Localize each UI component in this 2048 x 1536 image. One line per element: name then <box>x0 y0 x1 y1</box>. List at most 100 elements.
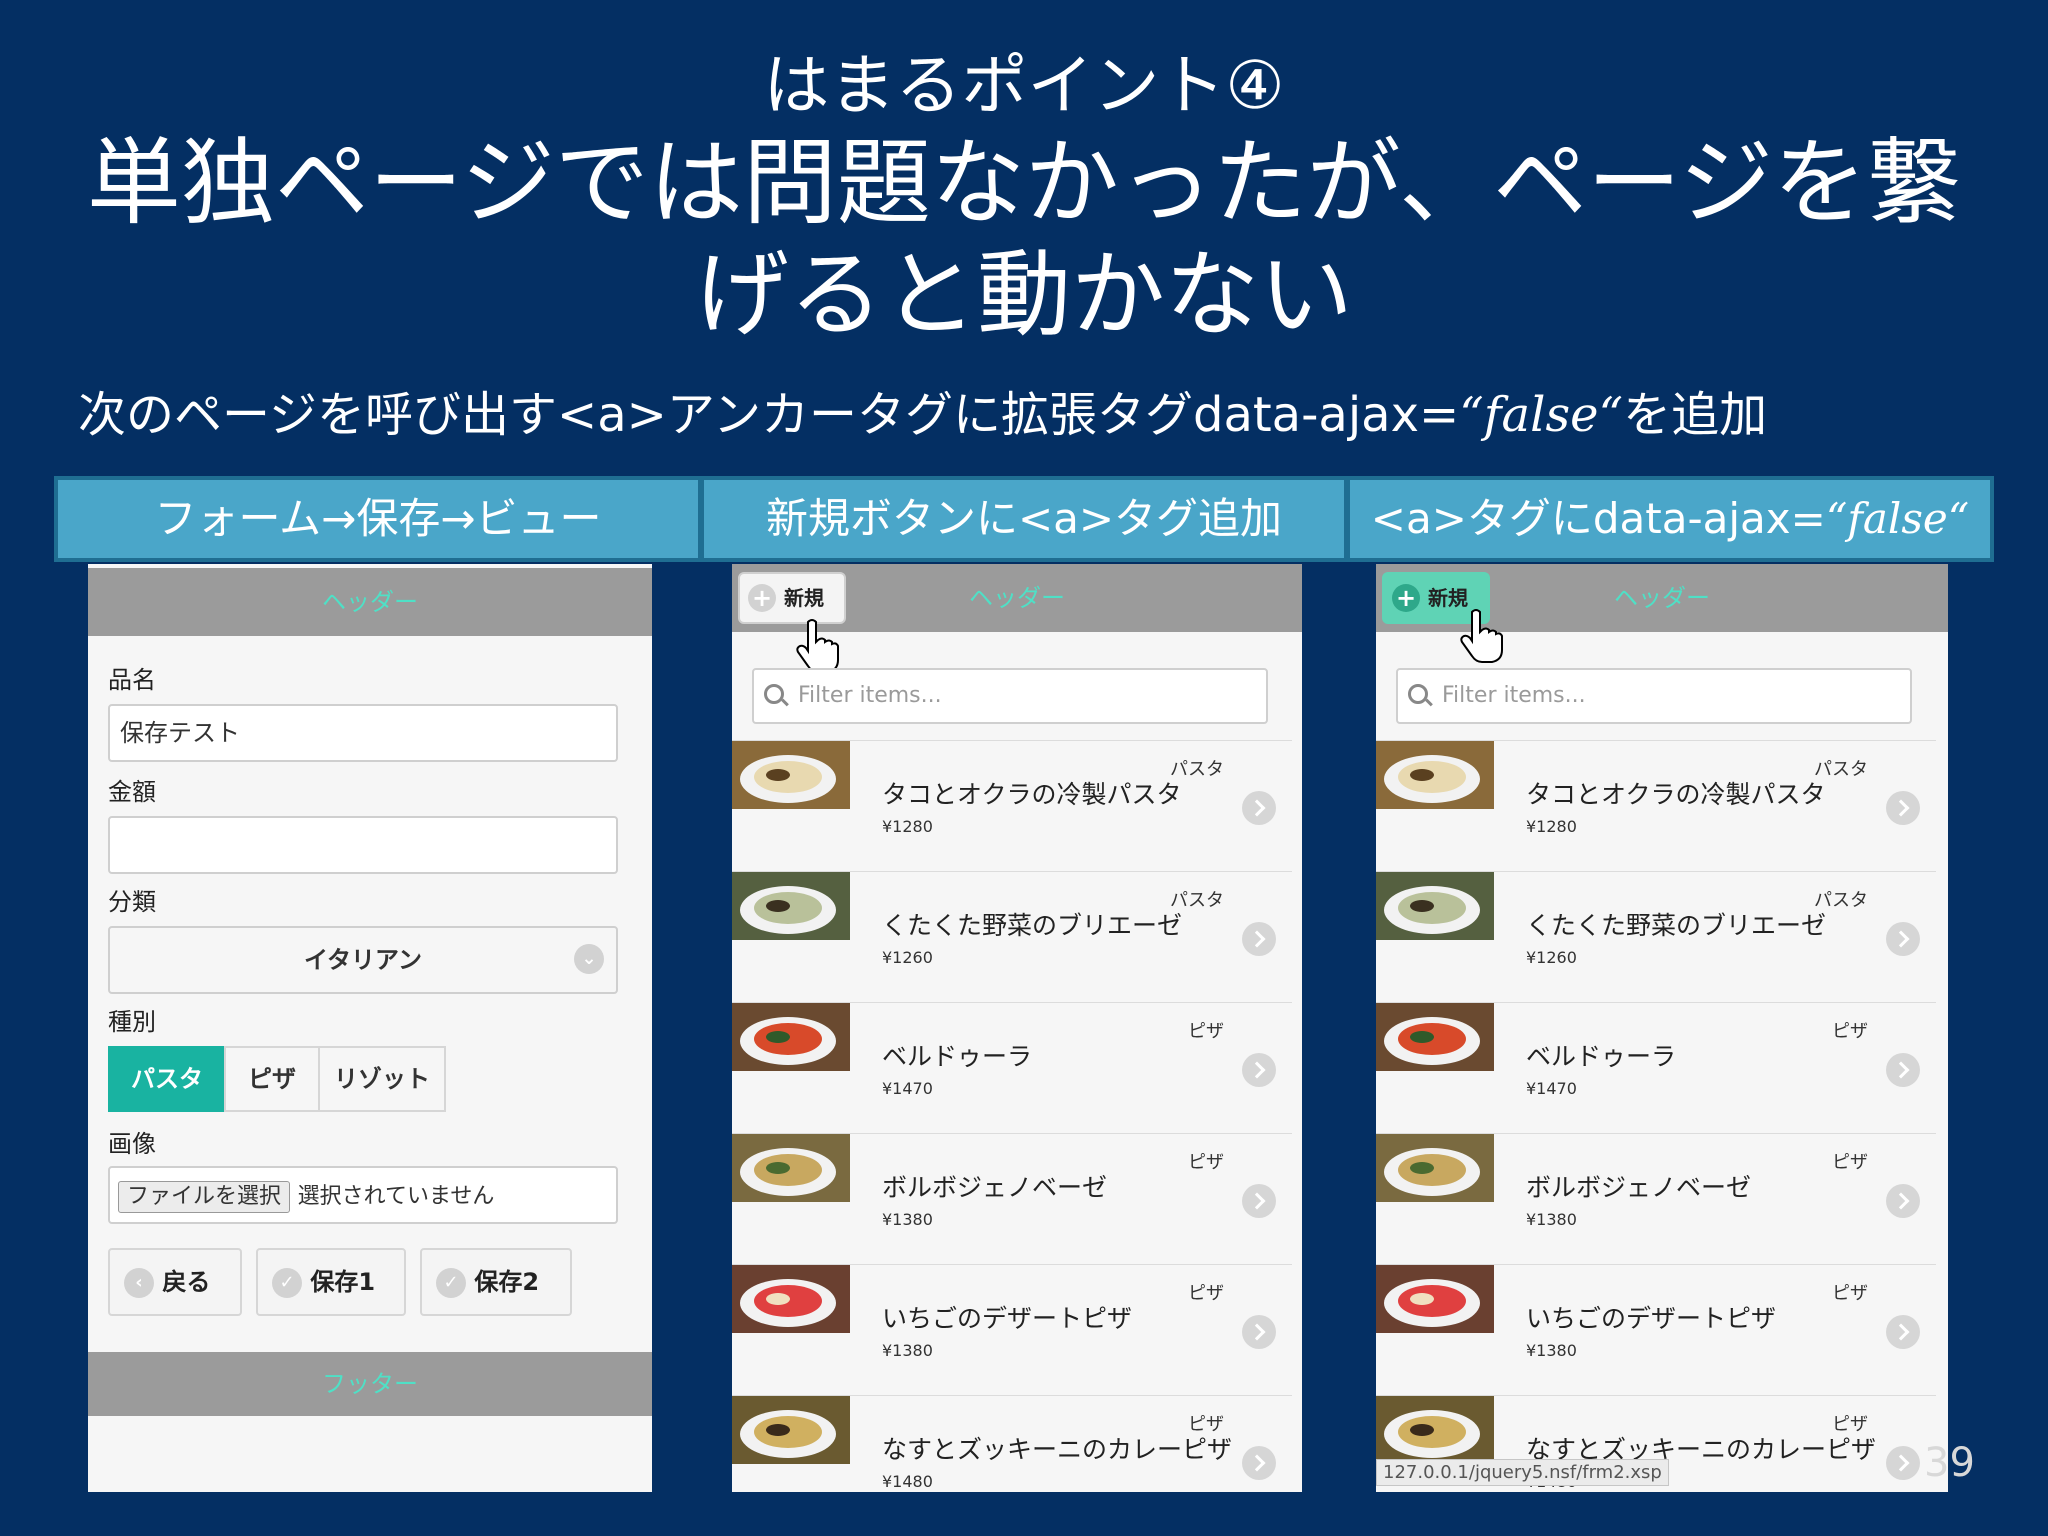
chevron-right-icon <box>1886 922 1920 956</box>
arrow-left-icon: ‹ <box>124 1268 154 1298</box>
item-price: ¥1480 <box>882 1472 933 1491</box>
item-name: ボルボジェノベーゼ <box>1526 1173 1752 1202</box>
chevron-right-icon <box>1242 1315 1276 1349</box>
item-name: くたくた野菜のブリエーゼ <box>1526 911 1827 940</box>
list-item[interactable]: ベルドゥーラ ¥1470 ピザ <box>1376 1002 1936 1134</box>
item-price: ¥1470 <box>1526 1079 1577 1098</box>
label-type: 種別 <box>108 1008 156 1036</box>
list-item[interactable]: ボルボジェノベーゼ ¥1380 ピザ <box>732 1133 1292 1265</box>
food-thumbnail <box>1376 1134 1494 1202</box>
label-category: 分類 <box>108 888 156 916</box>
item-category: ピザ <box>1188 1414 1224 1435</box>
filter-input[interactable]: Filter items... <box>752 668 1268 724</box>
save1-button-label: 保存1 <box>310 1268 376 1296</box>
chevron-right-icon <box>1886 1053 1920 1087</box>
check-icon: ✓ <box>272 1268 302 1298</box>
food-thumbnail <box>1376 872 1494 940</box>
filter-input[interactable]: Filter items... <box>1396 668 1912 724</box>
item-name: くたくた野菜のブリエーゼ <box>882 911 1183 940</box>
list-screen-1: ヘッダー + 新規 Filter items... タコとオクラの冷製パスタ ¥12… <box>732 564 1302 1492</box>
form-footer: フッター <box>88 1352 652 1416</box>
food-thumbnail <box>732 1265 850 1333</box>
chevron-right-icon <box>1242 1446 1276 1480</box>
chevron-right-icon <box>1242 791 1276 825</box>
subtitle-prefix: 次のページを呼び出す<a>アンカータグに拡張タグdata-ajax= <box>78 387 1460 443</box>
item-category: ピザ <box>1188 1283 1224 1304</box>
chevron-right-icon <box>1242 1184 1276 1218</box>
filter-placeholder: Filter items... <box>1442 683 1586 708</box>
food-thumbnail <box>1376 741 1494 809</box>
food-thumbnail <box>1376 1003 1494 1071</box>
back-button-label: 戻る <box>162 1268 211 1296</box>
food-thumbnail <box>732 741 850 809</box>
save2-button-label: 保存2 <box>474 1268 540 1296</box>
item-price: ¥1380 <box>882 1210 933 1229</box>
item-price: ¥1470 <box>882 1079 933 1098</box>
column-header-3: <a>タグにdata-ajax=“false“ <box>1350 480 1990 558</box>
search-icon <box>1408 684 1428 704</box>
file-choose-button[interactable]: ファイルを選択 <box>118 1181 291 1213</box>
food-thumbnail <box>732 1396 850 1464</box>
list-item[interactable]: くたくた野菜のブリエーゼ ¥1260 パスタ <box>732 871 1292 1003</box>
form-header: ヘッダー <box>88 568 652 636</box>
list-item[interactable]: いちごのデザートピザ ¥1380 ピザ <box>1376 1264 1936 1396</box>
food-thumbnail <box>732 1134 850 1202</box>
item-category: ピザ <box>1188 1152 1224 1173</box>
category-select[interactable]: イタリアン ⌄ <box>108 926 618 994</box>
item-price: ¥1380 <box>1526 1210 1577 1229</box>
label-image: 画像 <box>108 1130 156 1158</box>
column-header-3-prefix: <a>タグにdata-ajax= <box>1370 494 1826 543</box>
item-name: ベルドゥーラ <box>1526 1042 1677 1071</box>
item-category: パスタ <box>1170 890 1224 911</box>
save1-button[interactable]: ✓ 保存1 <box>256 1248 406 1316</box>
page-number: 39 <box>1924 1440 1975 1486</box>
item-name: ボルボジェノベーゼ <box>882 1173 1108 1202</box>
food-thumbnail <box>1376 1265 1494 1333</box>
column-header-bar: フォーム→保存→ビュー 新規ボタンに<a>タグ追加 <a>タグにdata-aja… <box>54 476 1994 562</box>
plus-icon: + <box>1392 584 1420 612</box>
item-category: ピザ <box>1832 1283 1868 1304</box>
food-thumbnail <box>1376 1396 1494 1464</box>
chevron-right-icon <box>1886 791 1920 825</box>
chevron-right-icon <box>1242 1053 1276 1087</box>
name-input[interactable]: 保存テスト <box>108 704 618 762</box>
file-status: 選択されていません <box>297 1184 495 1209</box>
item-name: ベルドゥーラ <box>882 1042 1033 1071</box>
list-item[interactable]: タコとオクラの冷製パスタ ¥1280 パスタ <box>732 740 1292 872</box>
item-price: ¥1280 <box>1526 817 1577 836</box>
slide-subtitle: 次のページを呼び出す<a>アンカータグに拡張タグdata-ajax=“false… <box>78 380 1767 450</box>
list-item[interactable]: いちごのデザートピザ ¥1380 ピザ <box>732 1264 1292 1396</box>
list-item[interactable]: タコとオクラの冷製パスタ ¥1280 パスタ <box>1376 740 1936 872</box>
item-price: ¥1380 <box>882 1341 933 1360</box>
segment-risotto[interactable]: リゾット <box>318 1046 446 1112</box>
category-select-value: イタリアン <box>303 946 423 974</box>
back-button[interactable]: ‹ 戻る <box>108 1248 242 1316</box>
slide-title-line2: 単独ページでは問題なかったが、ページを繋 げると動かない <box>80 128 1968 352</box>
item-name: いちごのデザートピザ <box>882 1304 1133 1333</box>
list-item[interactable]: ボルボジェノベーゼ ¥1380 ピザ <box>1376 1133 1936 1265</box>
chevron-down-icon: ⌄ <box>574 944 604 974</box>
column-header-3-italic: “false“ <box>1825 494 1970 543</box>
save2-button[interactable]: ✓ 保存2 <box>420 1248 572 1316</box>
food-thumbnail <box>732 1003 850 1071</box>
item-price: ¥1380 <box>1526 1341 1577 1360</box>
new-button[interactable]: + 新規 <box>738 572 846 624</box>
list-item[interactable]: なすとズッキーニのカレーピザ ¥1480 ピザ <box>732 1395 1292 1492</box>
status-url: 127.0.0.1/jquery5.nsf/frm2.xsp <box>1376 1459 1669 1486</box>
filter-placeholder: Filter items... <box>798 683 942 708</box>
column-header-2: 新規ボタンに<a>タグ追加 <box>704 480 1344 558</box>
segment-pizza[interactable]: ピザ <box>224 1046 320 1112</box>
chevron-right-icon <box>1886 1446 1920 1480</box>
list-item[interactable]: くたくた野菜のブリエーゼ ¥1260 パスタ <box>1376 871 1936 1003</box>
label-price: 金額 <box>108 778 156 806</box>
item-category: ピザ <box>1832 1414 1868 1435</box>
item-name: なすとズッキーニのカレーピザ <box>882 1435 1233 1464</box>
file-input[interactable]: ファイルを選択 選択されていません <box>108 1166 618 1224</box>
item-category: パスタ <box>1814 890 1868 911</box>
label-name: 品名 <box>108 666 156 694</box>
list-item[interactable]: ベルドゥーラ ¥1470 ピザ <box>732 1002 1292 1134</box>
price-input[interactable] <box>108 816 618 874</box>
item-category: ピザ <box>1832 1152 1868 1173</box>
segment-pasta[interactable]: パスタ <box>108 1046 226 1112</box>
slide-title-line1: はまるポイント④ <box>763 47 1285 124</box>
